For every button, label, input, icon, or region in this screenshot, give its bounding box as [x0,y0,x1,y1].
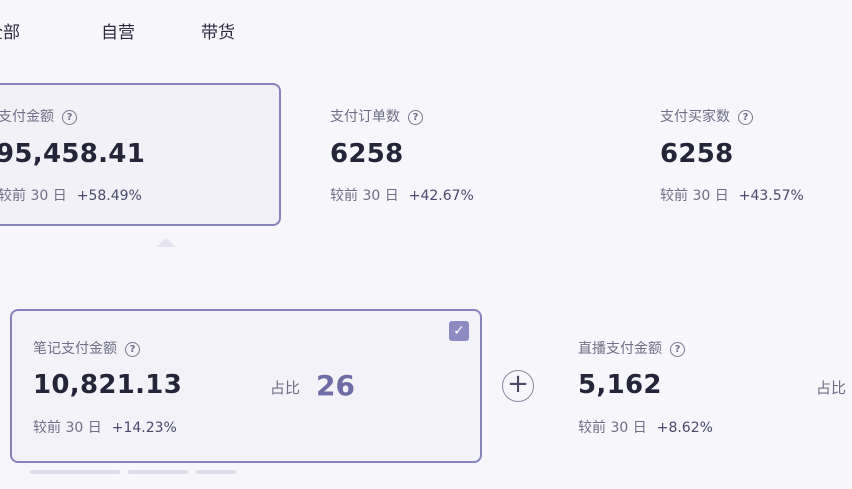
breakdown-compare-live: 较前 30 日 +8.62% [578,420,713,436]
add-icon[interactable]: + [502,370,534,402]
notes-share-value: 26 [316,369,355,402]
breakdown-label-live: 直播支付金额? [578,338,685,358]
help-icon[interactable]: ? [62,110,77,125]
help-icon[interactable]: ? [125,342,140,357]
selection-pointer [156,238,176,247]
tab-affiliate[interactable]: 带货 [201,18,235,43]
help-icon[interactable]: ? [408,110,423,125]
metric-value-total-pay: 95,458.41 [0,139,146,169]
tab-all[interactable]: 全部 [0,18,20,43]
breakdown-value-live: 5,162 [578,370,662,400]
metric-change-orders: +42.67% [408,188,474,204]
live-share-label: 占比 [816,379,847,397]
metric-label-buyers: 支付买家数? [660,106,753,126]
breakdown-change-live: +8.62% [656,420,713,436]
metric-label-orders: 支付订单数? [330,106,423,126]
metric-value-orders: 6258 [330,139,404,169]
breakdown-value-notes: 10,821.13 [33,370,183,400]
breakdown-compare-notes: 较前 30 日 +14.23% [33,420,177,436]
notes-share-label: 占比 [270,379,301,397]
breakdown-label-notes: 笔记支付金额? [33,338,140,358]
help-icon[interactable]: ? [670,342,685,357]
metric-change-buyers: +43.57% [738,188,804,204]
tab-self-operated[interactable]: 自营 [101,18,135,43]
metric-compare-total-pay: 较前 30 日 +58.49% [0,188,142,204]
metric-value-buyers: 6258 [660,139,734,169]
breakdown-change-notes: +14.23% [111,420,177,436]
notes-checkbox[interactable]: ✓ [449,321,469,341]
cut-off-row [30,470,270,480]
metric-change-total-pay: +58.49% [76,188,142,204]
metric-compare-buyers: 较前 30 日 +43.57% [660,188,804,204]
metric-label-total-pay: 支付金额? [0,106,77,126]
help-icon[interactable]: ? [738,110,753,125]
metric-compare-orders: 较前 30 日 +42.67% [330,188,474,204]
